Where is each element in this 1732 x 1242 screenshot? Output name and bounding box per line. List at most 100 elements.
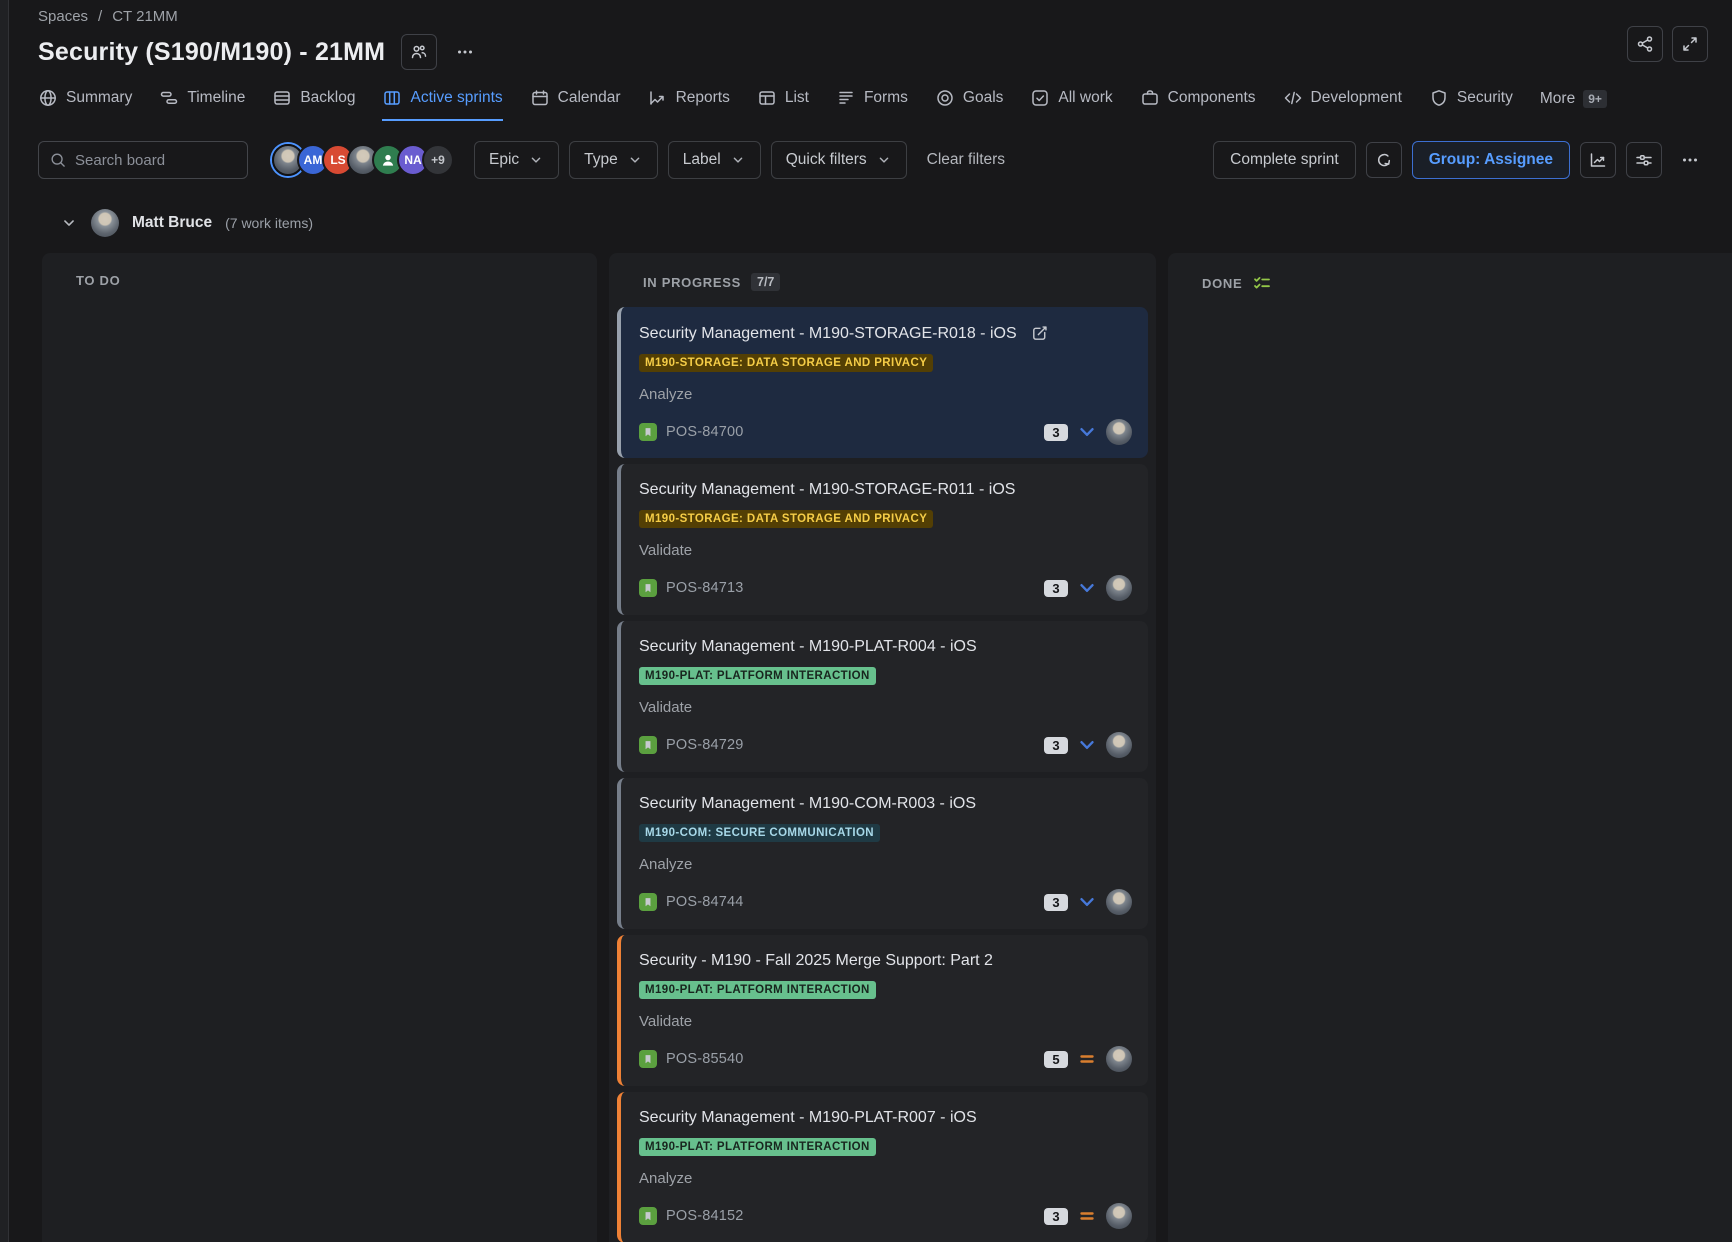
share-button[interactable] bbox=[1627, 26, 1663, 62]
tab-goals[interactable]: Goals bbox=[935, 88, 1004, 121]
complete-sprint-button[interactable]: Complete sprint bbox=[1213, 141, 1356, 179]
filter-label-dropdown[interactable]: Label bbox=[668, 141, 761, 179]
card-status: Validate bbox=[639, 1013, 1132, 1030]
dropdown-label: Epic bbox=[489, 151, 519, 169]
toolbar-more-button[interactable] bbox=[1672, 142, 1708, 178]
card[interactable]: Security - M190 - Fall 2025 Merge Suppor… bbox=[617, 935, 1148, 1086]
calendar-icon bbox=[530, 88, 550, 108]
clear-filters-button[interactable]: Clear filters bbox=[927, 151, 1005, 169]
title-more-button[interactable] bbox=[447, 34, 483, 70]
sliders-icon bbox=[1634, 150, 1654, 170]
assignee-name: Matt Bruce bbox=[132, 214, 212, 232]
card[interactable]: Security Management - M190-COM-R003 - iO… bbox=[617, 778, 1148, 929]
dropdown-label: Quick filters bbox=[786, 151, 867, 169]
tab-forms[interactable]: Forms bbox=[836, 88, 908, 121]
card-assignee-avatar[interactable] bbox=[1106, 575, 1132, 601]
priority-low-icon bbox=[1077, 422, 1097, 442]
card-title-row: Security Management - M190-STORAGE-R018 … bbox=[639, 324, 1132, 343]
swimlane-header[interactable]: Matt Bruce (7 work items) bbox=[60, 209, 1708, 237]
card-assignee-avatar[interactable] bbox=[1106, 732, 1132, 758]
story-type-icon bbox=[639, 736, 657, 754]
card-epic-label: M190-PLAT: PLATFORM INTERACTION bbox=[639, 1138, 876, 1156]
column-name: DONE bbox=[1202, 276, 1242, 291]
chevron-down-icon bbox=[730, 152, 746, 168]
column-to-do: TO DO bbox=[42, 253, 597, 1242]
feedback-button[interactable] bbox=[1366, 142, 1402, 178]
breadcrumb-spaces[interactable]: Spaces bbox=[38, 8, 88, 25]
avatar-initials: LS bbox=[330, 153, 345, 167]
tab-all-work[interactable]: All work bbox=[1030, 88, 1112, 121]
tab-summary[interactable]: Summary bbox=[38, 88, 132, 121]
tab-label: Security bbox=[1457, 89, 1513, 107]
card-title: Security Management - M190-STORAGE-R018 … bbox=[639, 325, 1017, 343]
card-key: POS-84744 bbox=[666, 894, 744, 910]
story-type-icon bbox=[639, 893, 657, 911]
tab-reports[interactable]: Reports bbox=[648, 88, 730, 121]
card-assignee-avatar[interactable] bbox=[1106, 419, 1132, 445]
card[interactable]: Security Management - M190-PLAT-R007 - i… bbox=[617, 1092, 1148, 1242]
priority-medium-icon bbox=[1077, 1206, 1097, 1226]
avatar-overflow-count[interactable]: +9 bbox=[422, 144, 454, 176]
tab-label: Active sprints bbox=[410, 89, 502, 107]
card-assignee-avatar[interactable] bbox=[1106, 889, 1132, 915]
avatar-initials: NA bbox=[404, 153, 421, 167]
share-icon bbox=[1635, 34, 1655, 54]
column-done: DONE bbox=[1168, 253, 1732, 1242]
page-header: Spaces / CT 21MM Security (S190/M190) - … bbox=[0, 0, 1732, 70]
story-points-badge: 5 bbox=[1044, 1051, 1068, 1068]
tab-label: List bbox=[785, 89, 809, 107]
board-settings-button[interactable] bbox=[1626, 142, 1662, 178]
story-points-badge: 3 bbox=[1044, 1208, 1068, 1225]
group-by-label: Group: Assignee bbox=[1429, 151, 1553, 169]
card-title: Security Management - M190-PLAT-R007 - i… bbox=[639, 1109, 977, 1127]
card-title-row: Security Management - M190-STORAGE-R011 … bbox=[639, 481, 1132, 499]
chevron-down-icon bbox=[876, 152, 892, 168]
tab-timeline[interactable]: Timeline bbox=[159, 88, 245, 121]
tab-components[interactable]: Components bbox=[1140, 88, 1256, 121]
chevron-down-icon bbox=[528, 152, 544, 168]
priority-medium-icon bbox=[1077, 1049, 1097, 1069]
dropdown-label: Label bbox=[683, 151, 721, 169]
all-work-icon bbox=[1030, 88, 1050, 108]
project-tabs: Summary Timeline Backlog Active sprints Cale… bbox=[38, 88, 1708, 121]
expand-icon bbox=[1680, 34, 1700, 54]
tab-active-sprints[interactable]: Active sprints bbox=[382, 88, 502, 121]
tab-more[interactable]: More9+ bbox=[1540, 90, 1607, 121]
backlog-icon bbox=[272, 88, 292, 108]
globe-icon bbox=[38, 88, 58, 108]
filter-quick-filters-dropdown[interactable]: Quick filters bbox=[771, 141, 907, 179]
people-button[interactable] bbox=[401, 34, 437, 70]
card[interactable]: Security Management - M190-STORAGE-R011 … bbox=[617, 464, 1148, 615]
tab-list[interactable]: List bbox=[757, 88, 809, 121]
board-icon bbox=[382, 88, 402, 108]
breadcrumb-project[interactable]: CT 21MM bbox=[112, 8, 178, 25]
avatar-initials: +9 bbox=[431, 153, 445, 167]
search-input[interactable] bbox=[75, 152, 237, 169]
insights-button[interactable] bbox=[1580, 142, 1616, 178]
more-horizontal-icon bbox=[455, 42, 475, 62]
card-footer-right: 3 bbox=[1044, 1203, 1132, 1229]
group-by-button[interactable]: Group: Assignee bbox=[1412, 141, 1570, 179]
story-type-icon bbox=[639, 423, 657, 441]
card-assignee-avatar[interactable] bbox=[1106, 1046, 1132, 1072]
card[interactable]: Security Management - M190-PLAT-R004 - i… bbox=[617, 621, 1148, 772]
more-horizontal-icon bbox=[1680, 150, 1700, 170]
chevron-down-icon[interactable] bbox=[60, 214, 78, 232]
tab-backlog[interactable]: Backlog bbox=[272, 88, 355, 121]
filter-epic-dropdown[interactable]: Epic bbox=[474, 141, 559, 179]
card[interactable]: Security Management - M190-STORAGE-R018 … bbox=[617, 307, 1148, 458]
development-icon bbox=[1283, 88, 1303, 108]
card-epic-label: M190-PLAT: PLATFORM INTERACTION bbox=[639, 981, 876, 999]
card-footer: POS-847003 bbox=[639, 419, 1132, 445]
tab-label: All work bbox=[1058, 89, 1112, 107]
filter-type-dropdown[interactable]: Type bbox=[569, 141, 658, 179]
card-key: POS-84152 bbox=[666, 1208, 744, 1224]
tab-calendar[interactable]: Calendar bbox=[530, 88, 621, 121]
assignee-avatar-stack: AMLSNA+9 bbox=[272, 144, 454, 176]
forms-icon bbox=[836, 88, 856, 108]
tab-security[interactable]: Security bbox=[1429, 88, 1513, 121]
tab-development[interactable]: Development bbox=[1283, 88, 1402, 121]
card-assignee-avatar[interactable] bbox=[1106, 1203, 1132, 1229]
fullscreen-button[interactable] bbox=[1672, 26, 1708, 62]
column-card-list: Security Management - M190-STORAGE-R018 … bbox=[617, 307, 1148, 1242]
